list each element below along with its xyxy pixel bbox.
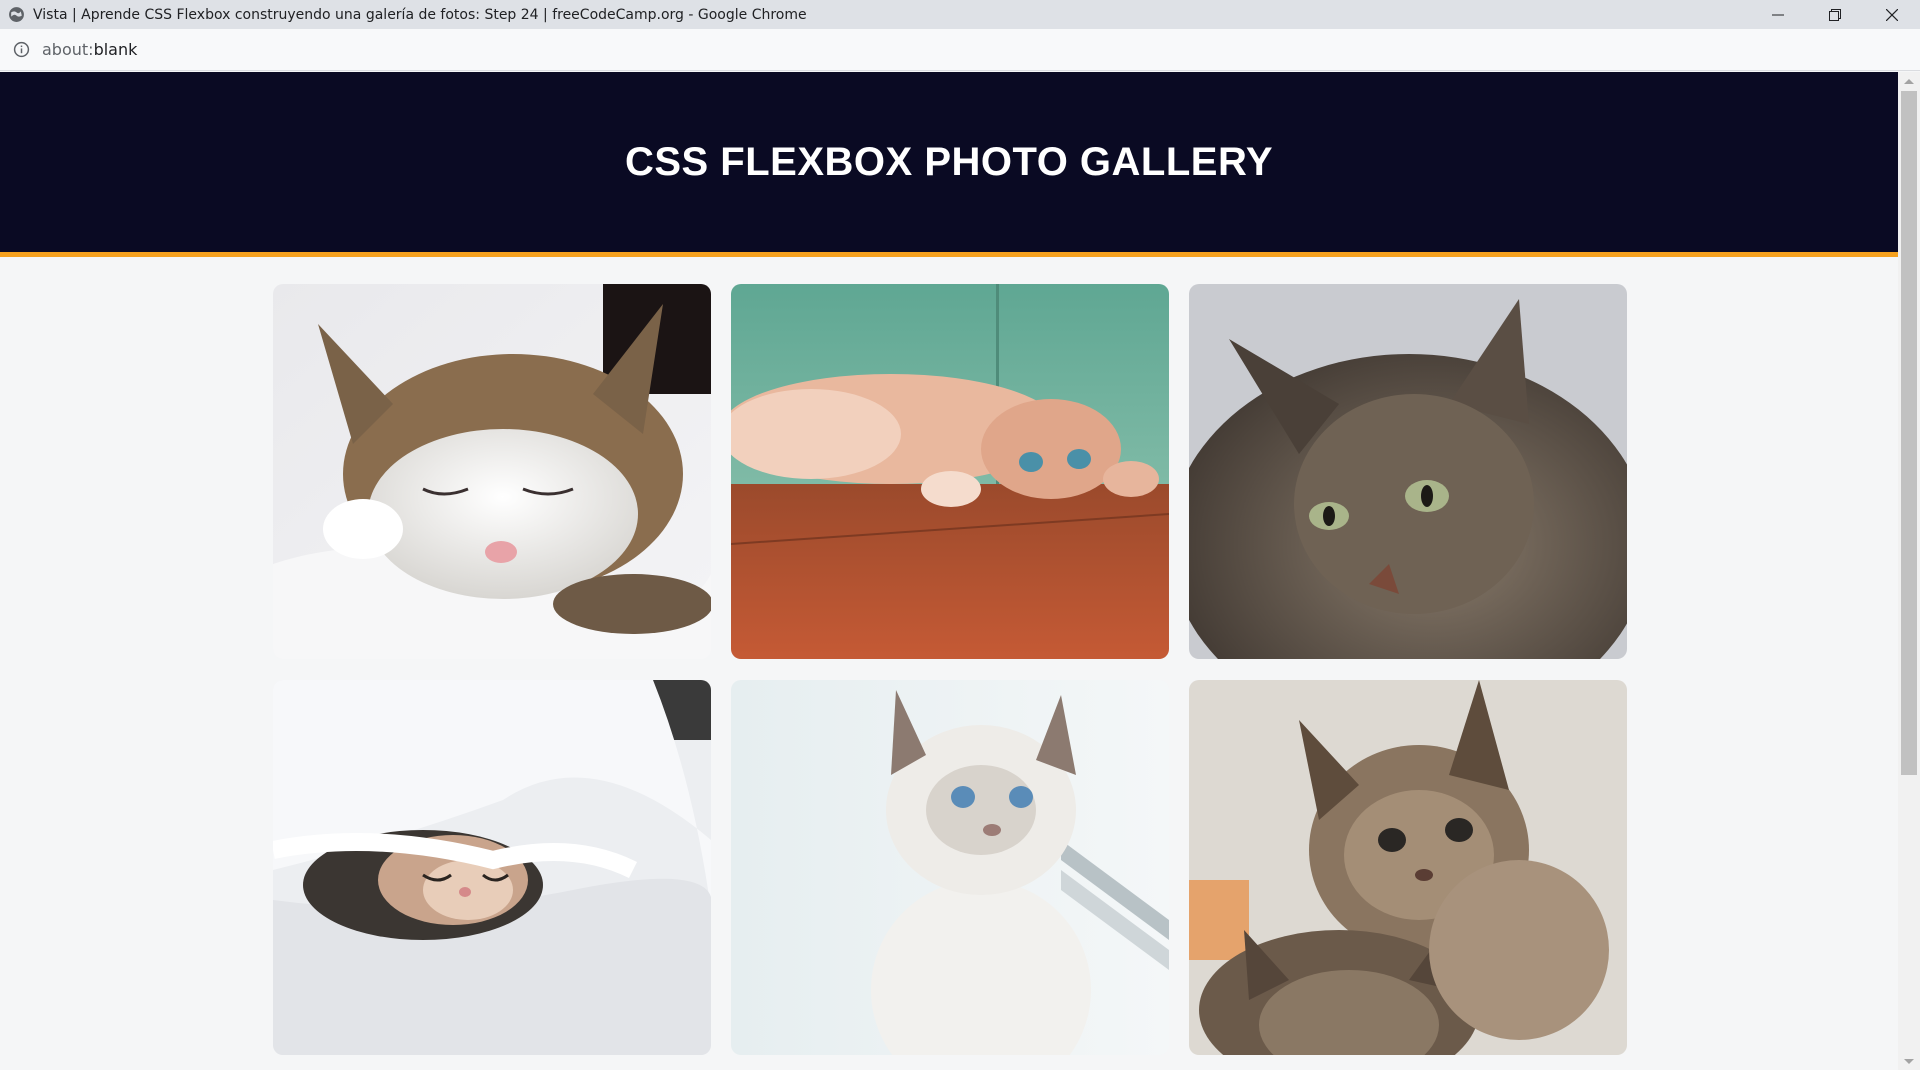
scroll-thumb[interactable] [1901,91,1917,775]
url-text[interactable]: about:blank [42,40,137,59]
close-button[interactable] [1863,0,1920,29]
url-scheme: about: [42,40,94,59]
minimize-button[interactable] [1749,0,1806,29]
cat-photo-4 [273,680,711,1055]
cat-photo-5 [731,680,1169,1055]
globe-icon [9,7,24,22]
cat-photo-6 [1189,680,1627,1055]
cat-photo-3 [1189,284,1627,659]
restore-icon [1828,8,1841,21]
info-icon[interactable] [13,41,30,58]
page-viewport: CSS FLEXBOX PHOTO GALLERY [0,72,1920,1070]
url-path: blank [93,40,138,59]
scroll-down-icon[interactable] [1904,1059,1914,1064]
cat-photo-2 [731,284,1169,659]
restore-button[interactable] [1806,0,1863,29]
vertical-scrollbar[interactable] [1898,72,1920,1070]
page-title: CSS FLEXBOX PHOTO GALLERY [624,139,1274,184]
browser-title-bar: Vista | Aprende CSS Flexbox construyendo… [0,0,1920,29]
scroll-up-icon[interactable] [1904,79,1914,84]
cat-photo-1 [273,284,711,659]
window-controls [1749,0,1920,29]
address-bar[interactable]: about:blank [0,29,1920,71]
page-header: CSS FLEXBOX PHOTO GALLERY [0,72,1898,257]
minimize-icon [1771,14,1784,15]
window-title: Vista | Aprende CSS Flexbox construyendo… [33,6,807,23]
close-icon [1885,8,1898,21]
